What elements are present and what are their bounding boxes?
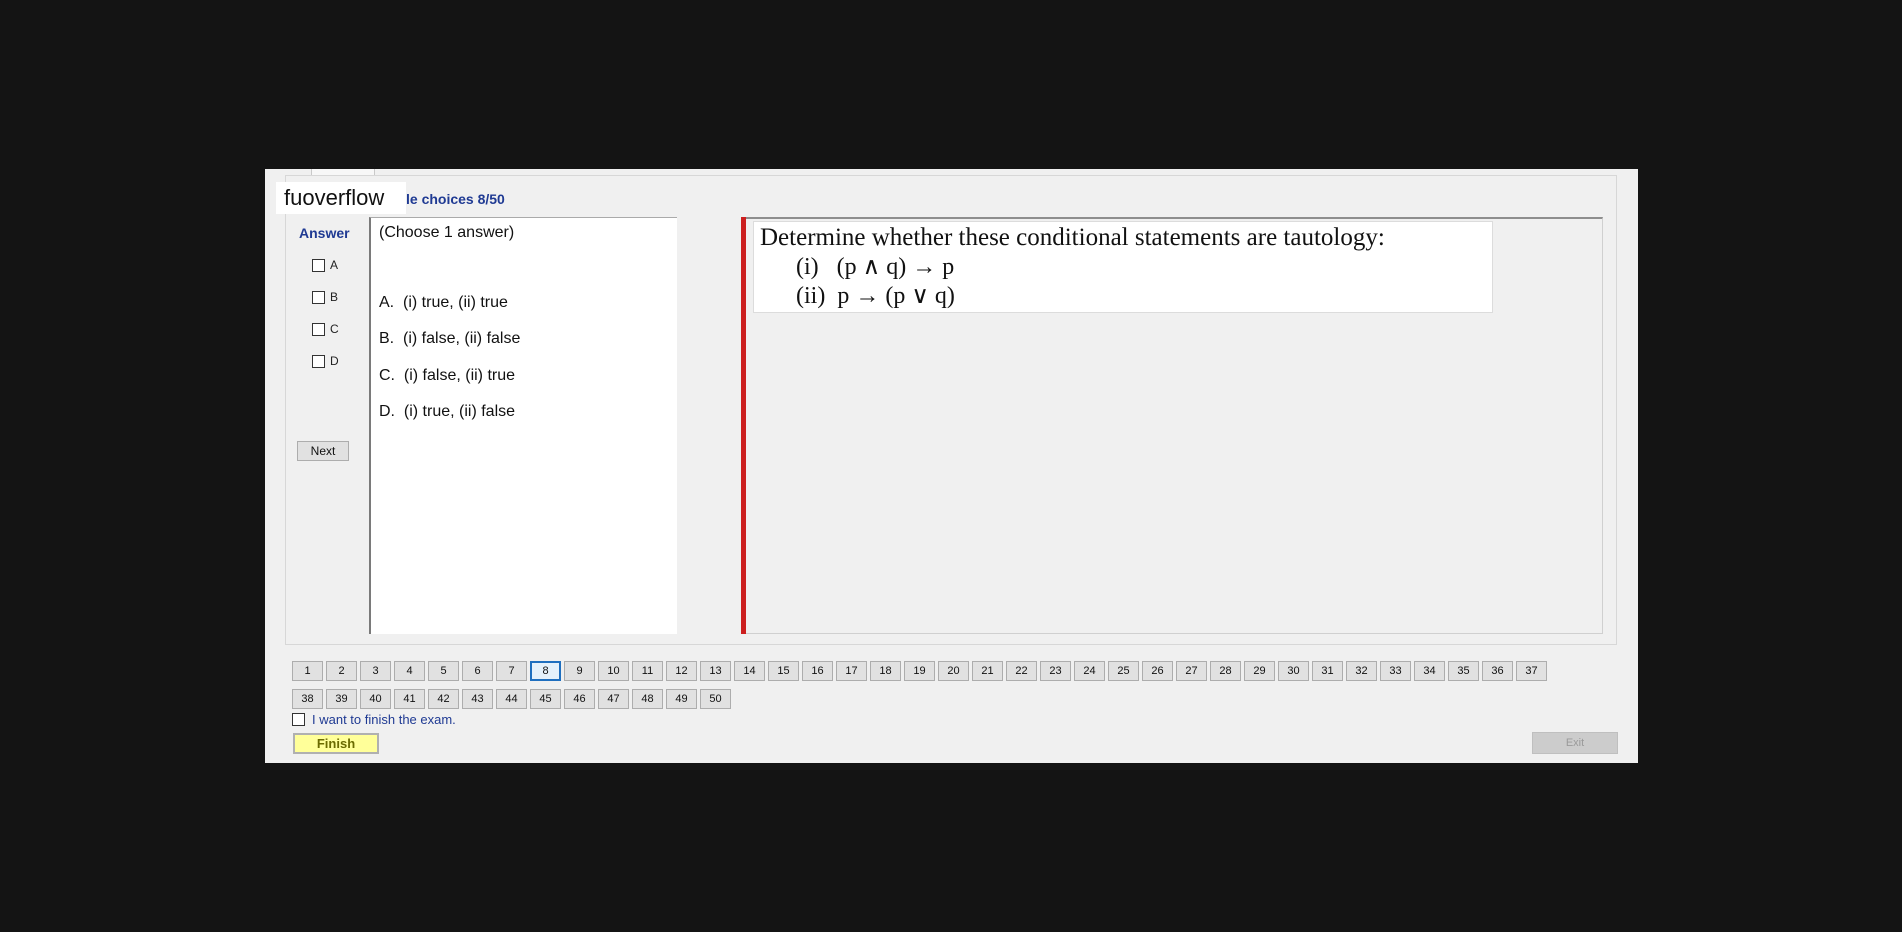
finish-button[interactable]: Finish [293,733,379,754]
finish-confirm-label: I want to finish the exam. [312,712,456,727]
question-nav-button[interactable]: 18 [870,661,901,681]
question-nav-button[interactable]: 46 [564,689,595,709]
question-nav-button[interactable]: 9 [564,661,595,681]
answer-option-b[interactable]: B [312,290,338,304]
question-nav-button[interactable]: 42 [428,689,459,709]
question-nav-button[interactable]: 29 [1244,661,1275,681]
question-nav-button[interactable]: 6 [462,661,493,681]
question-nav-button[interactable]: 50 [700,689,731,709]
question-nav-button[interactable]: 36 [1482,661,1513,681]
checkbox[interactable] [312,322,325,336]
question-nav-button[interactable]: 12 [666,661,697,681]
answer-label: Answer [299,225,350,241]
item-number: (ii) [796,283,826,309]
exam-window: fuoverflow le choices 8/50 Answer A B C … [265,169,1638,763]
choice-b: B. (i) false, (ii) false [379,330,520,348]
item-expression: (p ∧ q) → p [836,254,955,280]
checkbox[interactable] [312,354,325,368]
finish-confirm[interactable]: I want to finish the exam. [292,712,456,727]
question-nav-button[interactable]: 28 [1210,661,1241,681]
choice-letter: D. [379,403,395,420]
question-nav-button[interactable]: 27 [1176,661,1207,681]
choices-panel: (Choose 1 answer) A. (i) true, (ii) true… [369,217,677,634]
question-nav-button[interactable]: 35 [1448,661,1479,681]
checkbox[interactable] [312,258,325,272]
choice-d: D. (i) true, (ii) false [379,403,515,421]
question-nav-button[interactable]: 44 [496,689,527,709]
exit-button[interactable]: Exit [1532,732,1618,754]
question-nav-button[interactable]: 47 [598,689,629,709]
question-nav-button[interactable]: 16 [802,661,833,681]
question-nav-button[interactable]: 49 [666,689,697,709]
question-nav-row-2: 38 39 40 41 42 43 44 45 46 47 48 49 50 [292,689,734,709]
question-nav-button[interactable]: 26 [1142,661,1173,681]
question-nav-button[interactable]: 20 [938,661,969,681]
question-nav-button[interactable]: 17 [836,661,867,681]
choice-text: (i) true, (ii) false [403,403,516,420]
answer-option-a[interactable]: A [312,258,338,272]
choice-letter: C. [379,367,395,384]
question-nav-button[interactable]: 45 [530,689,561,709]
item-expression: p → (p ∨ q) [837,283,955,309]
question-nav-button[interactable]: 19 [904,661,935,681]
question-nav-button[interactable]: 21 [972,661,1003,681]
question-nav-button[interactable]: 24 [1074,661,1105,681]
question-pane: Determine whether these conditional stat… [746,217,1603,634]
choices-hint: (Choose 1 answer) [379,224,515,241]
choice-text: (i) true, (ii) true [403,294,508,311]
question-nav-button[interactable]: 8 [530,661,561,681]
question-nav-button[interactable]: 5 [428,661,459,681]
question-nav-button[interactable]: 4 [394,661,425,681]
question-nav-button[interactable]: 38 [292,689,323,709]
answer-option-label: A [330,258,339,272]
choice-text: (i) false, (ii) false [403,330,521,347]
checkbox[interactable] [312,290,325,304]
answer-option-c[interactable]: C [312,322,339,336]
question-nav-button[interactable]: 30 [1278,661,1309,681]
answer-option-label: C [330,322,339,336]
question-nav-button[interactable]: 1 [292,661,323,681]
choice-a: A. (i) true, (ii) true [379,294,508,312]
question-nav-button[interactable]: 48 [632,689,663,709]
choice-text: (i) false, (ii) true [403,367,516,384]
question-nav-button[interactable]: 40 [360,689,391,709]
question-image: Determine whether these conditional stat… [753,221,1493,313]
choice-letter: B. [379,330,395,347]
answer-option-label: D [330,354,339,368]
next-button[interactable]: Next [297,441,349,461]
question-nav-button[interactable]: 31 [1312,661,1343,681]
question-nav-button[interactable]: 15 [768,661,799,681]
question-nav-button[interactable]: 41 [394,689,425,709]
question-item-ii: (ii) p → (p ∨ q) [796,281,955,310]
question-nav-button[interactable]: 13 [700,661,731,681]
section-title: le choices 8/50 [406,191,505,207]
question-nav-button[interactable]: 23 [1040,661,1071,681]
question-nav-button[interactable]: 3 [360,661,391,681]
question-nav-button[interactable]: 43 [462,689,493,709]
answer-option-label: B [330,290,339,304]
question-nav-button[interactable]: 7 [496,661,527,681]
question-stem: Determine whether these conditional stat… [760,224,1385,251]
item-number: (i) [796,254,819,280]
question-nav-button[interactable]: 37 [1516,661,1547,681]
question-nav-button[interactable]: 25 [1108,661,1139,681]
choice-c: C. (i) false, (ii) true [379,367,515,385]
question-nav-button[interactable]: 11 [632,661,663,681]
choice-letter: A. [379,294,395,311]
question-nav-button[interactable]: 10 [598,661,629,681]
question-nav-button[interactable]: 14 [734,661,765,681]
answer-option-d[interactable]: D [312,354,339,368]
finish-checkbox[interactable] [292,713,305,726]
question-nav-button[interactable]: 33 [1380,661,1411,681]
brand-watermark: fuoverflow [276,182,406,214]
question-nav-button[interactable]: 32 [1346,661,1377,681]
question-nav-button[interactable]: 22 [1006,661,1037,681]
question-item-i: (i) (p ∧ q) → p [796,252,954,281]
question-nav-row-1: 1 2 3 4 5 6 7 8 9 10 11 12 13 14 15 16 17 18 19 20 21 22 23 24 2… [292,661,1550,681]
question-nav-button[interactable]: 34 [1414,661,1445,681]
question-nav-button[interactable]: 39 [326,689,357,709]
question-nav-button[interactable]: 2 [326,661,357,681]
